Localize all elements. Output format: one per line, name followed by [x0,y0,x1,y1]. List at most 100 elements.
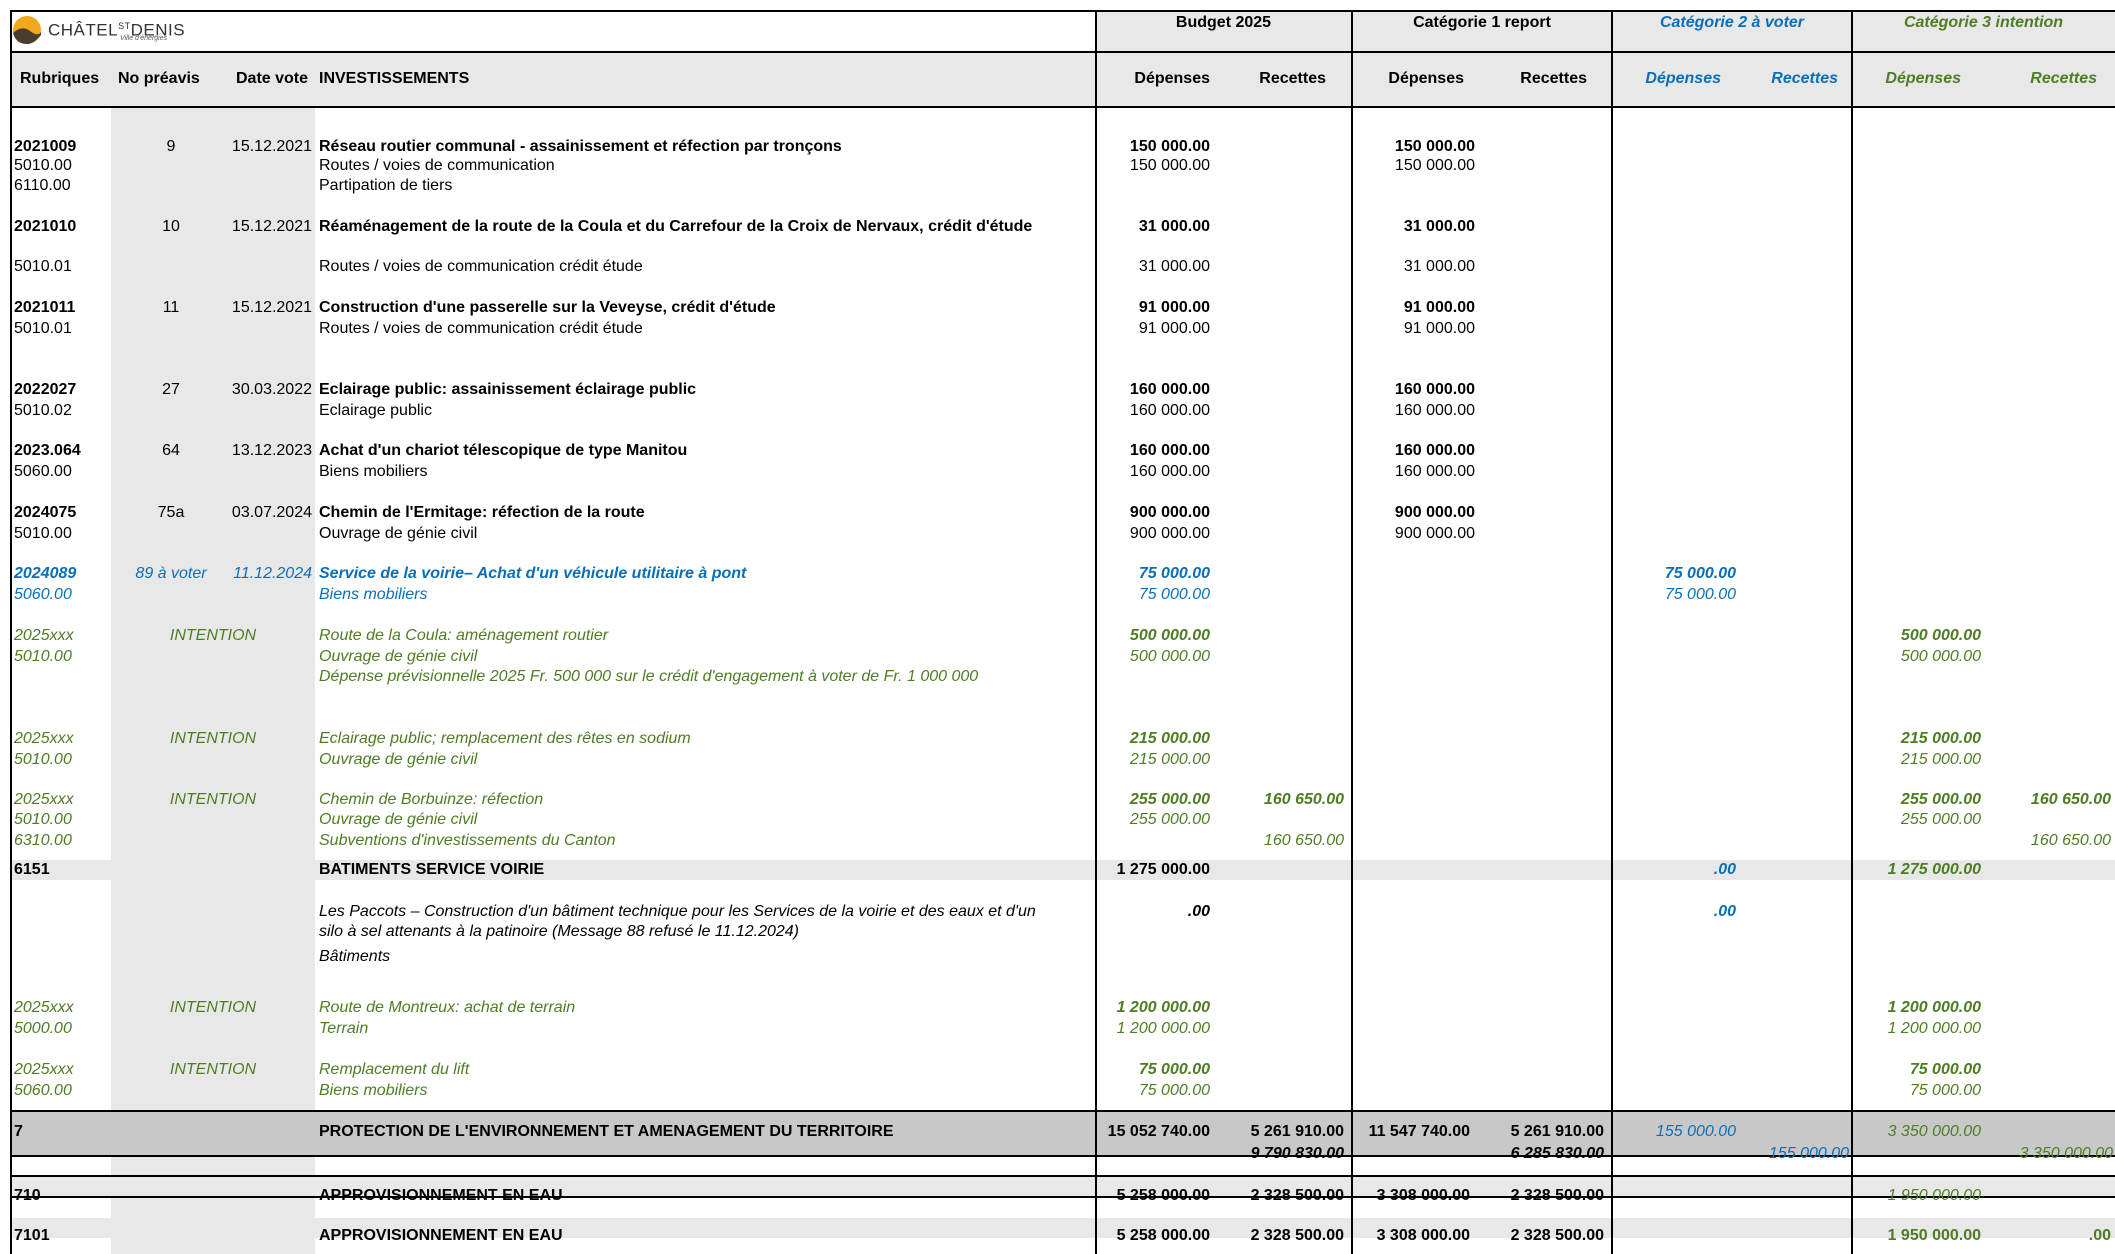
row-rubrique: 2025xxx [14,627,74,644]
row-cat3-depenses: 1 950 000.00 [1887,1187,1981,1204]
row-budget-depenses: 215 000.00 [1129,751,1210,768]
row-budget-depenses: 160 000.00 [1129,402,1210,419]
row-budget-recettes: 2 328 500.00 [1250,1187,1344,1204]
row-description: Ouvrage de génie civil [319,751,478,768]
row-description: Chemin de l'Ermitage: réfection de la ro… [319,504,645,521]
row-rubrique: 2022027 [14,381,77,398]
row-budget-depenses: 1 275 000.00 [1116,861,1210,878]
row-budget-recettes: 160 650.00 [1263,832,1344,849]
row-cat3-recettes: 160 650.00 [2030,791,2111,808]
row-cat1-depenses: 31 000.00 [1403,218,1475,235]
row-rubrique: 5010.00 [14,648,72,665]
row-rubrique: 2025xxx [14,730,74,747]
row-description: Subventions d'investissements du Canton [319,832,616,849]
row-description: Chemin de Borbuinze: réfection [319,791,544,808]
row-rubrique: 2025xxx [14,791,74,808]
preavis-column-bg [111,107,315,1254]
col-cat3-recettes: Recettes [2030,70,2097,87]
row-cat1-depenses: 91 000.00 [1403,320,1475,337]
row-rubrique: 5010.00 [14,751,72,768]
row-cat3-depenses: 75 000.00 [1909,1061,1981,1078]
row-description: Réaménagement de la route de la Coula et… [319,218,1033,235]
row-date: 11.12.2024 [233,565,312,582]
row-rubrique: 5010.02 [14,402,72,419]
row-description: Eclairage public: assainissement éclaira… [319,381,697,398]
row-cat1-depenses: 150 000.00 [1394,157,1475,174]
row-preavis: INTENTION [169,791,257,808]
total-description: PROTECTION DE L'ENVIRONNEMENT ET AMENAGE… [319,1123,894,1140]
row-cat1-depenses: 160 000.00 [1394,442,1475,459]
col-sep-cat3 [1851,10,1853,1254]
col-budget-depenses: Dépenses [1134,70,1210,87]
row-budget-depenses: 1 200 000.00 [1116,999,1210,1016]
row-rubrique: 5010.00 [14,811,72,828]
row-budget-depenses: 75 000.00 [1138,586,1210,603]
row-cat2-depenses: .00 [1713,903,1736,920]
row-description: Réseau routier communal - assainissement… [319,138,842,155]
row-description: BATIMENTS SERVICE VOIRIE [319,861,545,878]
row-note: Dépense prévisionnelle 2025 Fr. 500 000 … [319,668,979,685]
row-rubrique: 5060.00 [14,463,72,480]
col-date-vote: Date vote [236,70,309,87]
header-cat2: Catégorie 2 à voter [1659,14,1805,31]
col-sep-budget [1095,10,1097,1254]
row-rubrique: 2024089 [14,565,77,582]
row-description: Les Paccots – Construction d'un bâtiment… [319,903,1036,920]
row-cat1-depenses: 150 000.00 [1394,138,1475,155]
row-budget-recettes: 2 328 500.00 [1250,1227,1344,1244]
row-budget-depenses: 31 000.00 [1138,258,1210,275]
row-description: Biens mobiliers [319,463,428,480]
row-cat1-depenses: 91 000.00 [1403,299,1475,316]
header-cat3: Catégorie 3 intention [1903,14,2064,31]
total-cat1-depenses: 11 547 740.00 [1368,1123,1470,1140]
chatel-st-denis-logo [13,16,41,44]
row-budget-depenses: 75 000.00 [1138,1061,1210,1078]
row-description-sub: Bâtiments [319,948,391,965]
row-cat1-recettes: 2 328 500.00 [1510,1227,1604,1244]
row-cat1-depenses: 900 000.00 [1394,504,1475,521]
row-rubrique: 5000.00 [14,1020,72,1037]
row-budget-depenses: 500 000.00 [1129,627,1210,644]
row-rubrique: 2025xxx [14,999,74,1016]
row-cat1-recettes: 2 328 500.00 [1510,1187,1604,1204]
row-rubrique: 5010.01 [14,258,72,275]
row-rubrique: 7101 [14,1227,50,1244]
row-budget-depenses: 255 000.00 [1129,811,1210,828]
row-budget-depenses: 160 000.00 [1129,463,1210,480]
row-description: Ouvrage de génie civil [319,525,478,542]
row-description: Eclairage public [319,402,432,419]
row-budget-depenses: 215 000.00 [1129,730,1210,747]
row-cat1-depenses: 900 000.00 [1394,525,1475,542]
total-cat1-recettes: 5 261 910.00 [1510,1123,1604,1140]
row-cat1-depenses: 160 000.00 [1394,402,1475,419]
row-cat3-depenses: 215 000.00 [1900,730,1981,747]
col-no-preavis: No préavis [118,70,200,87]
col-cat3-depenses: Dépenses [1885,70,1961,87]
row-rubrique: 2021009 [14,138,77,155]
total-rubrique: 7 [14,1123,23,1140]
row-budget-depenses: 5 258 000.00 [1116,1227,1210,1244]
logo-sup: ST [118,21,131,31]
row-description: Routes / voies de communication crédit é… [319,320,643,337]
row-date: 15.12.2021 [231,299,312,316]
total-cat1-recettes-sum: 6 285 830.00 [1510,1145,1604,1162]
col-cat1-depenses: Dépenses [1388,70,1464,87]
row-date: 13.12.2023 [231,442,312,459]
row-rubrique: 6310.00 [14,832,72,849]
row-description: Eclairage public; remplacement des rêtes… [319,730,691,747]
row-710-top-border [10,1175,2115,1177]
row-rubrique: 2021011 [14,299,76,316]
row-cat3-depenses: 500 000.00 [1900,627,1981,644]
row-description: Construction d'une passerelle sur la Vev… [319,299,776,316]
row-budget-depenses: 255 000.00 [1129,791,1210,808]
row-description: Remplacement du lift [319,1061,470,1078]
col-sep-cat2 [1611,10,1613,1254]
row-description: Biens mobiliers [319,1082,428,1099]
left-border [10,10,12,1254]
row-cat3-depenses: 215 000.00 [1900,751,1981,768]
row-date: 30.03.2022 [231,381,312,398]
row-rubrique: 2023.064 [14,442,81,459]
row-description: Route de la Coula: aménagement routier [319,627,609,644]
row-budget-depenses: 500 000.00 [1129,648,1210,665]
row-cat3-depenses: 500 000.00 [1900,648,1981,665]
